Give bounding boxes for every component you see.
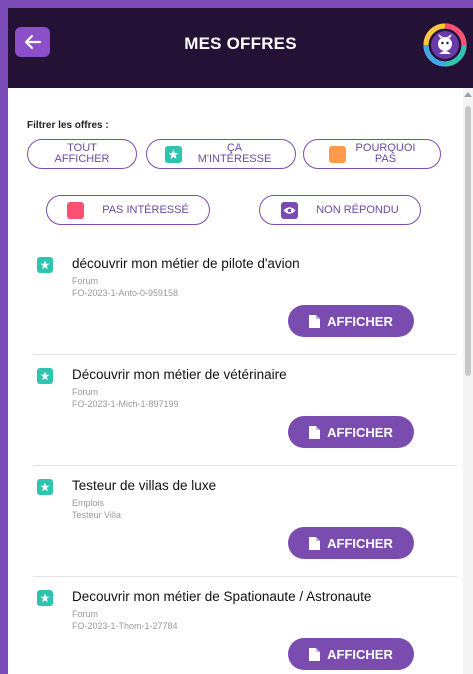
show-offer-button[interactable]: AFFICHER (288, 527, 414, 559)
offer-reference: FO-2023-1-Mich-1-897199 (72, 399, 179, 409)
offer-reference: Testeur Villa (72, 510, 121, 520)
scrollbar[interactable] (463, 88, 473, 674)
scroll-up-icon[interactable] (464, 92, 472, 97)
filter-not-interested[interactable]: PAS INTÉRESSÉ (46, 195, 210, 225)
offer-card: Testeur de villas de luxe Emplois Testeu… (33, 470, 457, 577)
offers-panel: Filtrer les offres : TOUT AFFICHER ÇA M'… (8, 88, 463, 674)
filter-not-interested-label: PAS INTÉRESSÉ (102, 203, 189, 216)
divider (33, 465, 457, 466)
offer-title: découvrir mon métier de pilote d'avion (72, 256, 300, 271)
star-icon (37, 479, 53, 495)
show-offer-button[interactable]: AFFICHER (288, 305, 414, 337)
profile-progress-avatar-icon[interactable] (423, 23, 467, 67)
show-offer-button[interactable]: AFFICHER (288, 416, 414, 448)
filter-no-answer[interactable]: NON RÉPONDU (259, 195, 421, 225)
document-icon (309, 425, 321, 439)
offer-reference: FO-2023-1-Anto-0-959158 (72, 288, 179, 298)
offer-title: Découvrir mon métier de vétérinaire (72, 367, 287, 382)
offer-reference: FO-2023-1-Thom-1-27784 (72, 621, 178, 631)
offer-card: Decouvrir mon métier de Spationaute / As… (33, 581, 457, 674)
page-title: MES OFFRES (184, 34, 297, 53)
top-bar: MES OFFRES (8, 8, 473, 88)
document-icon (309, 647, 321, 661)
offer-category: Forum (72, 387, 99, 397)
star-icon (37, 590, 53, 606)
star-icon (37, 257, 53, 273)
pink-square-icon (67, 201, 85, 219)
offer-card: découvrir mon métier de pilote d'avion F… (33, 248, 457, 355)
show-offer-label: AFFICHER (327, 646, 393, 662)
divider (33, 576, 457, 577)
offer-title: Testeur de villas de luxe (72, 478, 217, 493)
offer-category: Forum (72, 609, 99, 619)
filter-all-label: TOUT AFFICHER (54, 142, 110, 165)
offer-category: Forum (72, 276, 99, 286)
show-offer-label: AFFICHER (327, 313, 393, 329)
offer-card: Découvrir mon métier de vétérinaire Foru… (33, 359, 457, 466)
app-frame: MES OFFRES Filtrer les offres : TOUT AFF… (8, 8, 473, 674)
filter-why-not-label: POURQUOI PAS (355, 142, 416, 165)
show-offer-label: AFFICHER (327, 424, 393, 440)
filter-why-not[interactable]: POURQUOI PAS (303, 139, 441, 169)
offer-category: Emplois (72, 498, 105, 508)
filter-interested-label: ÇA M'INTÉRESSE (197, 142, 272, 165)
filter-interested[interactable]: ÇA M'INTÉRESSE (146, 139, 296, 169)
eye-icon (281, 201, 299, 219)
divider (33, 354, 457, 355)
offer-title: Decouvrir mon métier de Spationaute / As… (72, 589, 372, 604)
show-offer-label: AFFICHER (327, 535, 393, 551)
star-icon (164, 145, 182, 163)
star-icon (37, 368, 53, 384)
filter-all[interactable]: TOUT AFFICHER (27, 139, 137, 169)
show-offer-button[interactable]: AFFICHER (288, 638, 414, 670)
filter-no-answer-label: NON RÉPONDU (316, 203, 399, 216)
filter-label: Filtrer les offres : (27, 120, 109, 131)
orange-square-icon (328, 145, 346, 163)
document-icon (309, 536, 321, 550)
document-icon (309, 314, 321, 328)
scrollbar-thumb[interactable] (465, 106, 471, 376)
